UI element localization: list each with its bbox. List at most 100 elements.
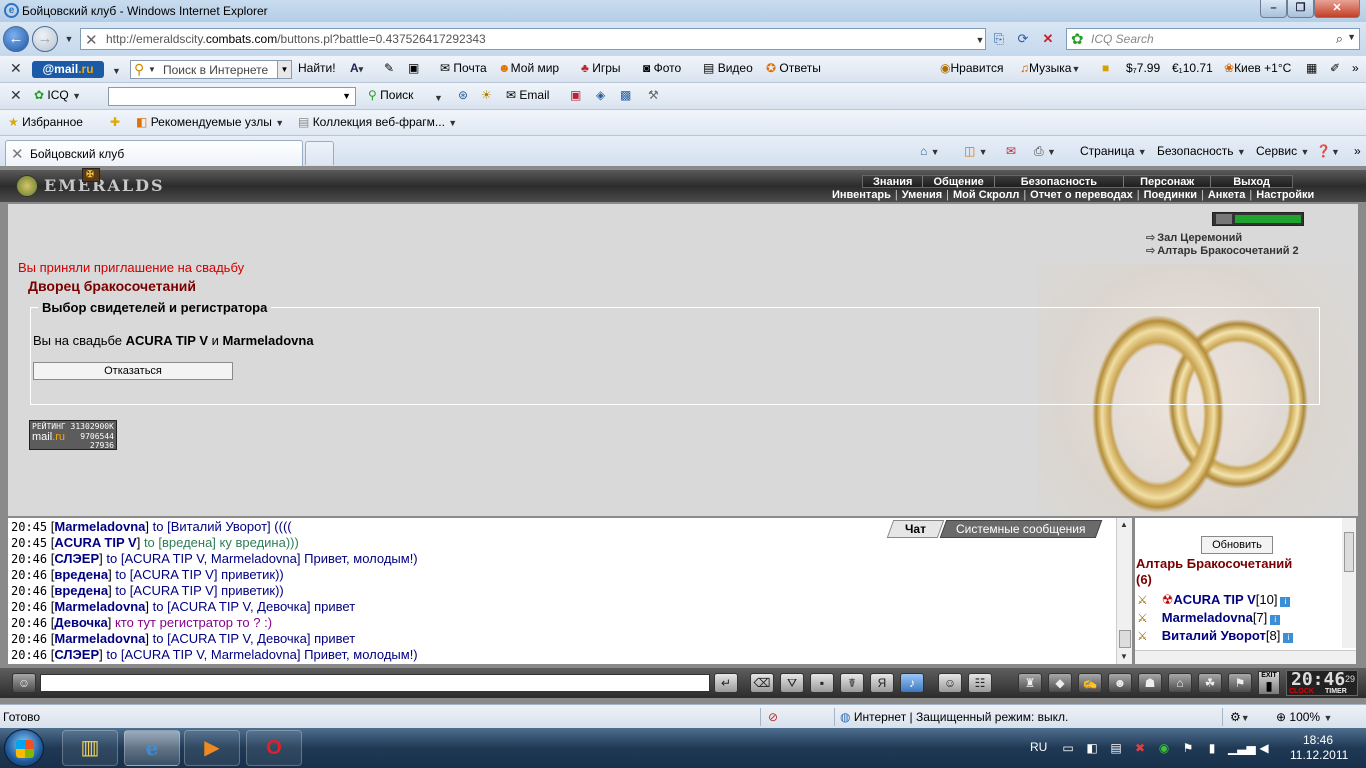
eraser-icon[interactable]: ⌫ (750, 673, 774, 693)
read-mail-icon[interactable]: ✉ (1006, 144, 1016, 158)
page-menu[interactable]: Страница ▼ (1080, 144, 1147, 158)
close-toolbar-icon[interactable]: ✕ (10, 60, 22, 77)
taskbar-media-player[interactable]: ▶ (184, 730, 240, 766)
text-size-icon[interactable]: A▾ (350, 61, 363, 75)
chat-recipient[interactable]: to [вредена] (144, 535, 216, 550)
info-icon[interactable]: i (1280, 597, 1291, 607)
exit-button[interactable]: EXIT ▮ (1258, 671, 1280, 695)
music-toggle-icon[interactable]: ♪ (900, 673, 924, 693)
weather-link[interactable]: ❀Киев +1°C (1224, 61, 1291, 75)
chat-recipient[interactable]: to [ACURA TIP V, Девочка] (153, 599, 311, 614)
security-zone[interactable]: ◍ Интернет | Защищенный режим: выкл. (840, 710, 1068, 724)
close-window-button[interactable]: ✕ (1314, 0, 1360, 18)
tab-fight-club[interactable]: ✕ Бойцовский клуб (5, 140, 303, 166)
start-button[interactable] (4, 729, 44, 767)
menu-profile[interactable]: Анкета (1204, 189, 1250, 201)
flag-icon[interactable]: ⚑ (1180, 740, 1196, 756)
menu-inventory[interactable]: Инвентарь (828, 189, 895, 201)
maximize-button[interactable]: ❐ (1287, 0, 1314, 18)
window-title-bar[interactable]: e Бойцовский клуб - Windows Internet Exp… (0, 0, 1366, 22)
taskbar-opera[interactable]: O (246, 730, 302, 766)
menu-knowledge[interactable]: Знания (863, 176, 924, 188)
chat-scroll-thumb[interactable] (1119, 630, 1131, 648)
network-signal-icon[interactable]: ▁▃▅ (1228, 740, 1256, 756)
menu-skills[interactable]: Умения (898, 189, 946, 201)
address-url[interactable]: http://emeraldscity.combats.com/buttons.… (106, 32, 486, 46)
save-icon[interactable]: ▪ (810, 673, 834, 693)
mailru-logo[interactable]: @mail.ru (32, 61, 104, 78)
icq-menu[interactable]: ✿ ICQ ▼ (34, 88, 81, 102)
menu-security[interactable]: Безопасность (995, 176, 1125, 188)
close-icq-toolbar-icon[interactable]: ✕ (10, 87, 22, 104)
icq-search-input[interactable]: ✿ ICQ Search ⌕ ▼ (1066, 28, 1360, 50)
scroll-icon[interactable]: ✍ (1078, 673, 1102, 693)
recommended-sites-link[interactable]: ◧ Рекомендуемые узлы ▼ (136, 115, 284, 129)
tray-clock[interactable]: 18:46 11.12.2011 (1290, 733, 1348, 763)
compass-icon[interactable]: ⊛ (458, 88, 468, 102)
taskbar-explorer[interactable]: ▥ (62, 730, 118, 766)
menu-communication[interactable]: Общение (923, 176, 995, 188)
page-icon[interactable]: ▣ (408, 61, 419, 75)
chat-recipient[interactable]: кто тут регистратор то ? (115, 615, 261, 630)
friends-icon[interactable]: ☘ (1198, 673, 1222, 693)
chat-nick[interactable]: Marmeladovna (54, 519, 145, 534)
tab-system-messages[interactable]: Системные сообщения (939, 520, 1102, 538)
photo-link[interactable]: ◙ Фото (643, 61, 681, 75)
favorites-button[interactable]: ★ Избранное (8, 115, 83, 129)
chat-input[interactable] (40, 674, 710, 692)
menu-character[interactable]: Персонаж (1124, 176, 1212, 188)
address-bar[interactable]: ✕ http://emeraldscity.combats.com/button… (80, 28, 986, 50)
refuse-button[interactable]: Отказаться (33, 362, 233, 380)
more-icon[interactable]: » (1354, 144, 1361, 158)
print-icon[interactable]: ⎙ ▼ (1034, 144, 1056, 159)
refresh-button[interactable]: Обновить (1201, 536, 1273, 554)
chat-nick[interactable]: СЛЭЕР (54, 551, 99, 566)
chat-nick[interactable]: вредена (54, 583, 108, 598)
security-menu[interactable]: Безопасность ▼ (1157, 144, 1246, 158)
smiley-icon[interactable]: ☺ (938, 673, 962, 693)
minimize-button[interactable]: – (1260, 0, 1287, 18)
pencil-icon[interactable]: ✐ (1330, 61, 1340, 75)
history-dropdown-icon[interactable]: ▼ (58, 28, 80, 50)
video-link[interactable]: ▤ Видео (703, 61, 753, 75)
clock-label[interactable]: CLOCK (1289, 688, 1314, 695)
find-button[interactable]: Найти! (298, 61, 336, 75)
keyboard-icon[interactable]: ▭ (1060, 740, 1076, 756)
taskbar-internet-explorer[interactable]: e (124, 730, 180, 766)
forward-button[interactable]: → (32, 26, 58, 52)
menu-fights[interactable]: Поединки (1140, 189, 1201, 201)
chat-scrollbar[interactable]: ▲ ▼ (1116, 518, 1132, 664)
tray-app-icon[interactable]: ◉ (1156, 740, 1172, 756)
compatibility-view-icon[interactable]: ⎘ (988, 28, 1010, 50)
translit-icon[interactable]: Я (870, 673, 894, 693)
volume-icon[interactable]: ◀ (1256, 740, 1272, 756)
icq-search-dropdown-icon[interactable]: ▼ (434, 90, 443, 104)
player-row[interactable]: ⚔ Marmeladovna[7] i (1137, 610, 1281, 625)
radio-icon[interactable]: ▩ (620, 88, 631, 102)
gold-icon[interactable]: ◆ (1048, 673, 1072, 693)
chat-nick[interactable]: СЛЭЕР (54, 647, 99, 662)
back-button[interactable]: ← (3, 26, 29, 52)
answers-link[interactable]: ✪ Ответы (766, 61, 821, 75)
web-slice-gallery-link[interactable]: ▤ Коллекция веб-фрагм... ▼ (298, 115, 457, 129)
menu-exit[interactable]: Выход (1211, 176, 1292, 188)
chat-nick[interactable]: вредена (54, 567, 108, 582)
weather-icon[interactable]: ☀ (481, 88, 492, 102)
usd-rate[interactable]: $₇7.99 (1126, 61, 1160, 75)
options-icon[interactable]: ⚒ (648, 88, 659, 102)
icq-email-link[interactable]: ✉ Email (506, 88, 549, 102)
emeralds-logo[interactable]: ✠ EMERALDS (14, 168, 164, 200)
help-icon[interactable]: ❓▼ (1316, 144, 1340, 158)
settings-icon[interactable]: ▦ (1306, 61, 1317, 75)
menu-transfer-report[interactable]: Отчет о переводах (1026, 189, 1137, 201)
bag-icon[interactable]: ■ (1102, 61, 1109, 75)
news-icon[interactable]: ▣ (570, 88, 581, 102)
mailru-dropdown-icon[interactable]: ▼ (112, 63, 121, 77)
link-wedding-altar-2[interactable]: Алтарь Бракосочетаний 2 (1146, 244, 1298, 257)
emotion-icon[interactable]: ☷ (968, 673, 992, 693)
chat-recipient[interactable]: to [ACURA TIP V] (115, 583, 217, 598)
search-dropdown-icon[interactable]: ▼ (1347, 32, 1356, 42)
mail-search-dropdown-icon[interactable]: ▼ (277, 61, 291, 78)
filter-icon[interactable]: ⛛ (780, 673, 804, 693)
eur-rate[interactable]: €₁10.71 (1172, 61, 1213, 75)
